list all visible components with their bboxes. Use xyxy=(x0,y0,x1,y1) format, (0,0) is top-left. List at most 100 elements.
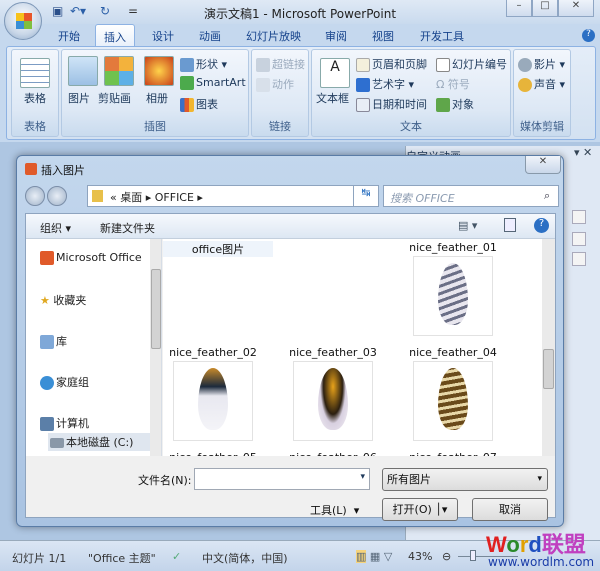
hyperlink-button[interactable]: 超链接 xyxy=(256,56,305,72)
clipart-button[interactable]: 剪贴画 xyxy=(98,90,131,106)
action-button[interactable]: 动作 xyxy=(256,76,294,92)
calendar-icon xyxy=(356,98,370,112)
chart-button[interactable]: 图表 xyxy=(180,96,218,112)
cancel-button[interactable]: 取消 xyxy=(472,498,548,521)
tab-design[interactable]: 设计 xyxy=(152,28,174,44)
tab-insert[interactable]: 插入 xyxy=(95,24,135,47)
address-bar[interactable]: « 桌面 ▸ OFFICE ▸ ▾ xyxy=(87,185,379,207)
file-name[interactable]: nice_feather_06 xyxy=(278,451,388,456)
feather-thumbnail[interactable] xyxy=(413,361,493,441)
slide-number-button[interactable]: 幻灯片编号 xyxy=(436,56,507,72)
file-name[interactable]: nice_feather_07 xyxy=(398,451,508,456)
search-input[interactable]: 搜索 OFFICE xyxy=(390,190,455,206)
refresh-button[interactable]: ↹ xyxy=(353,185,379,207)
maximize-button[interactable]: □ xyxy=(532,0,558,17)
tab-developer[interactable]: 开发工具 xyxy=(420,28,464,44)
search-box[interactable]: 搜索 OFFICE ⌕ xyxy=(383,185,559,207)
file-type-select[interactable]: 所有图片 ▾ xyxy=(382,468,548,491)
new-folder-button[interactable]: 新建文件夹 xyxy=(100,220,155,236)
nav-label: 库 xyxy=(56,335,67,348)
feather-thumbnail[interactable] xyxy=(413,256,493,336)
chevron-down-icon[interactable]: ▾ xyxy=(360,472,365,482)
file-scrollbar[interactable] xyxy=(542,239,555,456)
customize-icon[interactable]: = xyxy=(128,4,138,18)
task-pane-dropdown[interactable] xyxy=(572,252,586,266)
sound-button[interactable]: 声音 ▾ xyxy=(518,76,565,92)
header-footer-icon xyxy=(356,58,370,72)
ribbon-tabs: 开始 插入 设计 动画 幻灯片放映 审阅 视图 开发工具 ? xyxy=(0,24,600,47)
tools-button[interactable]: 工具(L) ▾ xyxy=(310,502,359,518)
zoom-level[interactable]: 43% xyxy=(408,550,432,563)
slideshow-icon[interactable]: ▽ xyxy=(384,550,392,563)
undo-icon[interactable]: ↶▾ xyxy=(70,4,86,18)
view-icon[interactable]: ▤ ▾ xyxy=(458,219,477,232)
file-name[interactable]: nice_feather_01 xyxy=(398,241,508,254)
nav-libraries[interactable]: 库 xyxy=(40,333,67,349)
help-icon[interactable]: ? xyxy=(582,29,595,42)
photo-album-button[interactable]: 相册 xyxy=(146,90,168,106)
breadcrumb-office[interactable]: OFFICE xyxy=(155,191,194,204)
filename-input[interactable]: ▾ xyxy=(194,468,370,490)
zoom-out-button[interactable]: ⊖ xyxy=(442,550,451,563)
breadcrumb-desktop[interactable]: 桌面 xyxy=(120,191,142,204)
object-label: 对象 xyxy=(452,98,474,111)
tab-slideshow[interactable]: 幻灯片放映 xyxy=(246,28,301,44)
table-button[interactable]: 表格 xyxy=(24,90,46,106)
organize-button[interactable]: 组织 ▾ xyxy=(40,220,71,236)
header-footer-button[interactable]: 页眉和页脚 xyxy=(356,56,427,72)
nav-computer[interactable]: 计算机 xyxy=(40,415,89,431)
feather-thumbnail[interactable] xyxy=(293,361,373,441)
action-label: 动作 xyxy=(272,78,294,91)
smartart-button[interactable]: SmartArt xyxy=(180,76,246,90)
tab-view[interactable]: 视图 xyxy=(372,28,394,44)
computer-icon xyxy=(40,417,54,431)
movie-button[interactable]: 影片 ▾ xyxy=(518,56,565,72)
nav-local-disk[interactable]: 本地磁盘 (C:) xyxy=(48,433,156,451)
theme-name[interactable]: "Office 主题" xyxy=(88,550,156,566)
textbox-button[interactable]: 文本框 xyxy=(316,90,349,106)
nav-favorites[interactable]: ★ 收藏夹 xyxy=(40,292,86,308)
nav-homegroup[interactable]: 家庭组 xyxy=(40,374,89,390)
tab-animation[interactable]: 动画 xyxy=(199,28,221,44)
normal-view-icon[interactable]: ▥ xyxy=(356,550,367,563)
preview-pane-icon[interactable] xyxy=(504,218,516,232)
symbol-label: 符号 xyxy=(447,78,470,91)
folder-item[interactable]: office图片 xyxy=(163,241,273,257)
nav-scrollbar[interactable] xyxy=(150,239,161,456)
wordart-button[interactable]: 艺术字 ▾ xyxy=(356,76,414,92)
dialog-close-button[interactable]: ✕ xyxy=(525,156,561,174)
open-button[interactable]: 打开(O) │▾ xyxy=(382,498,458,521)
nav-microsoft-office[interactable]: Microsoft Office xyxy=(40,251,142,265)
file-name[interactable]: nice_feather_05 xyxy=(163,451,268,456)
feather-thumbnail[interactable] xyxy=(173,361,253,441)
redo-icon[interactable]: ↻ xyxy=(100,4,110,18)
file-name[interactable]: nice_feather_02 xyxy=(163,346,268,359)
task-pane-close-icon[interactable]: ▾ ✕ xyxy=(574,146,592,159)
minimize-button[interactable]: – xyxy=(506,0,532,17)
file-name[interactable]: nice_feather_04 xyxy=(398,346,508,359)
slide-sorter-icon[interactable]: ▦ xyxy=(370,550,380,563)
picture-button[interactable]: 图片 xyxy=(68,90,90,106)
object-button[interactable]: 对象 xyxy=(436,96,474,112)
save-icon[interactable]: ▣ xyxy=(52,4,63,18)
language[interactable]: 中文(简体，中国) xyxy=(202,550,288,566)
file-name[interactable]: nice_feather_03 xyxy=(278,346,388,359)
close-button[interactable]: ✕ xyxy=(558,0,594,17)
spellcheck-icon[interactable]: ✓ xyxy=(172,550,181,563)
task-pane-dropdown[interactable] xyxy=(572,232,586,246)
shapes-button[interactable]: 形状 ▾ xyxy=(180,56,227,72)
back-button[interactable] xyxy=(25,186,45,206)
view-buttons[interactable]: ▥ ▦ ▽ xyxy=(356,550,392,563)
tab-review[interactable]: 审阅 xyxy=(325,28,347,44)
breadcrumb-overflow[interactable]: « xyxy=(110,191,117,204)
zoom-slider-thumb[interactable] xyxy=(470,550,476,561)
group-links: 超链接 动作 链接 xyxy=(251,49,309,137)
symbol-button[interactable]: Ω 符号 xyxy=(436,76,470,92)
datetime-button[interactable]: 日期和时间 xyxy=(356,96,427,112)
task-pane-dropdown[interactable] xyxy=(572,210,586,224)
forward-button[interactable] xyxy=(47,186,67,206)
omega-icon: Ω xyxy=(436,78,448,91)
nav-label: Microsoft Office xyxy=(56,251,142,264)
tab-home[interactable]: 开始 xyxy=(58,28,80,44)
help-icon[interactable]: ? xyxy=(534,218,549,233)
